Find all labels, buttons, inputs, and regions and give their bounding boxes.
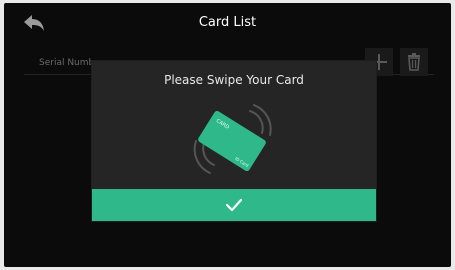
confirm-button[interactable]: [92, 189, 376, 221]
top-bar: Card List: [4, 3, 451, 43]
trash-icon: [408, 53, 420, 71]
swipe-card-icon: CARD ID Card: [193, 104, 272, 174]
delete-card-button[interactable]: [400, 48, 428, 76]
page-title: Card List: [198, 15, 257, 30]
column-serial-number: Serial Numb: [39, 58, 95, 68]
dialog-title: Please Swipe Your Card: [164, 73, 304, 87]
device-screen: Card List Serial Numb Please Swipe Your …: [4, 3, 451, 267]
checkmark-icon: [226, 198, 242, 212]
swipe-card-dialog: Please Swipe Your Card CARD ID Card: [92, 61, 376, 221]
